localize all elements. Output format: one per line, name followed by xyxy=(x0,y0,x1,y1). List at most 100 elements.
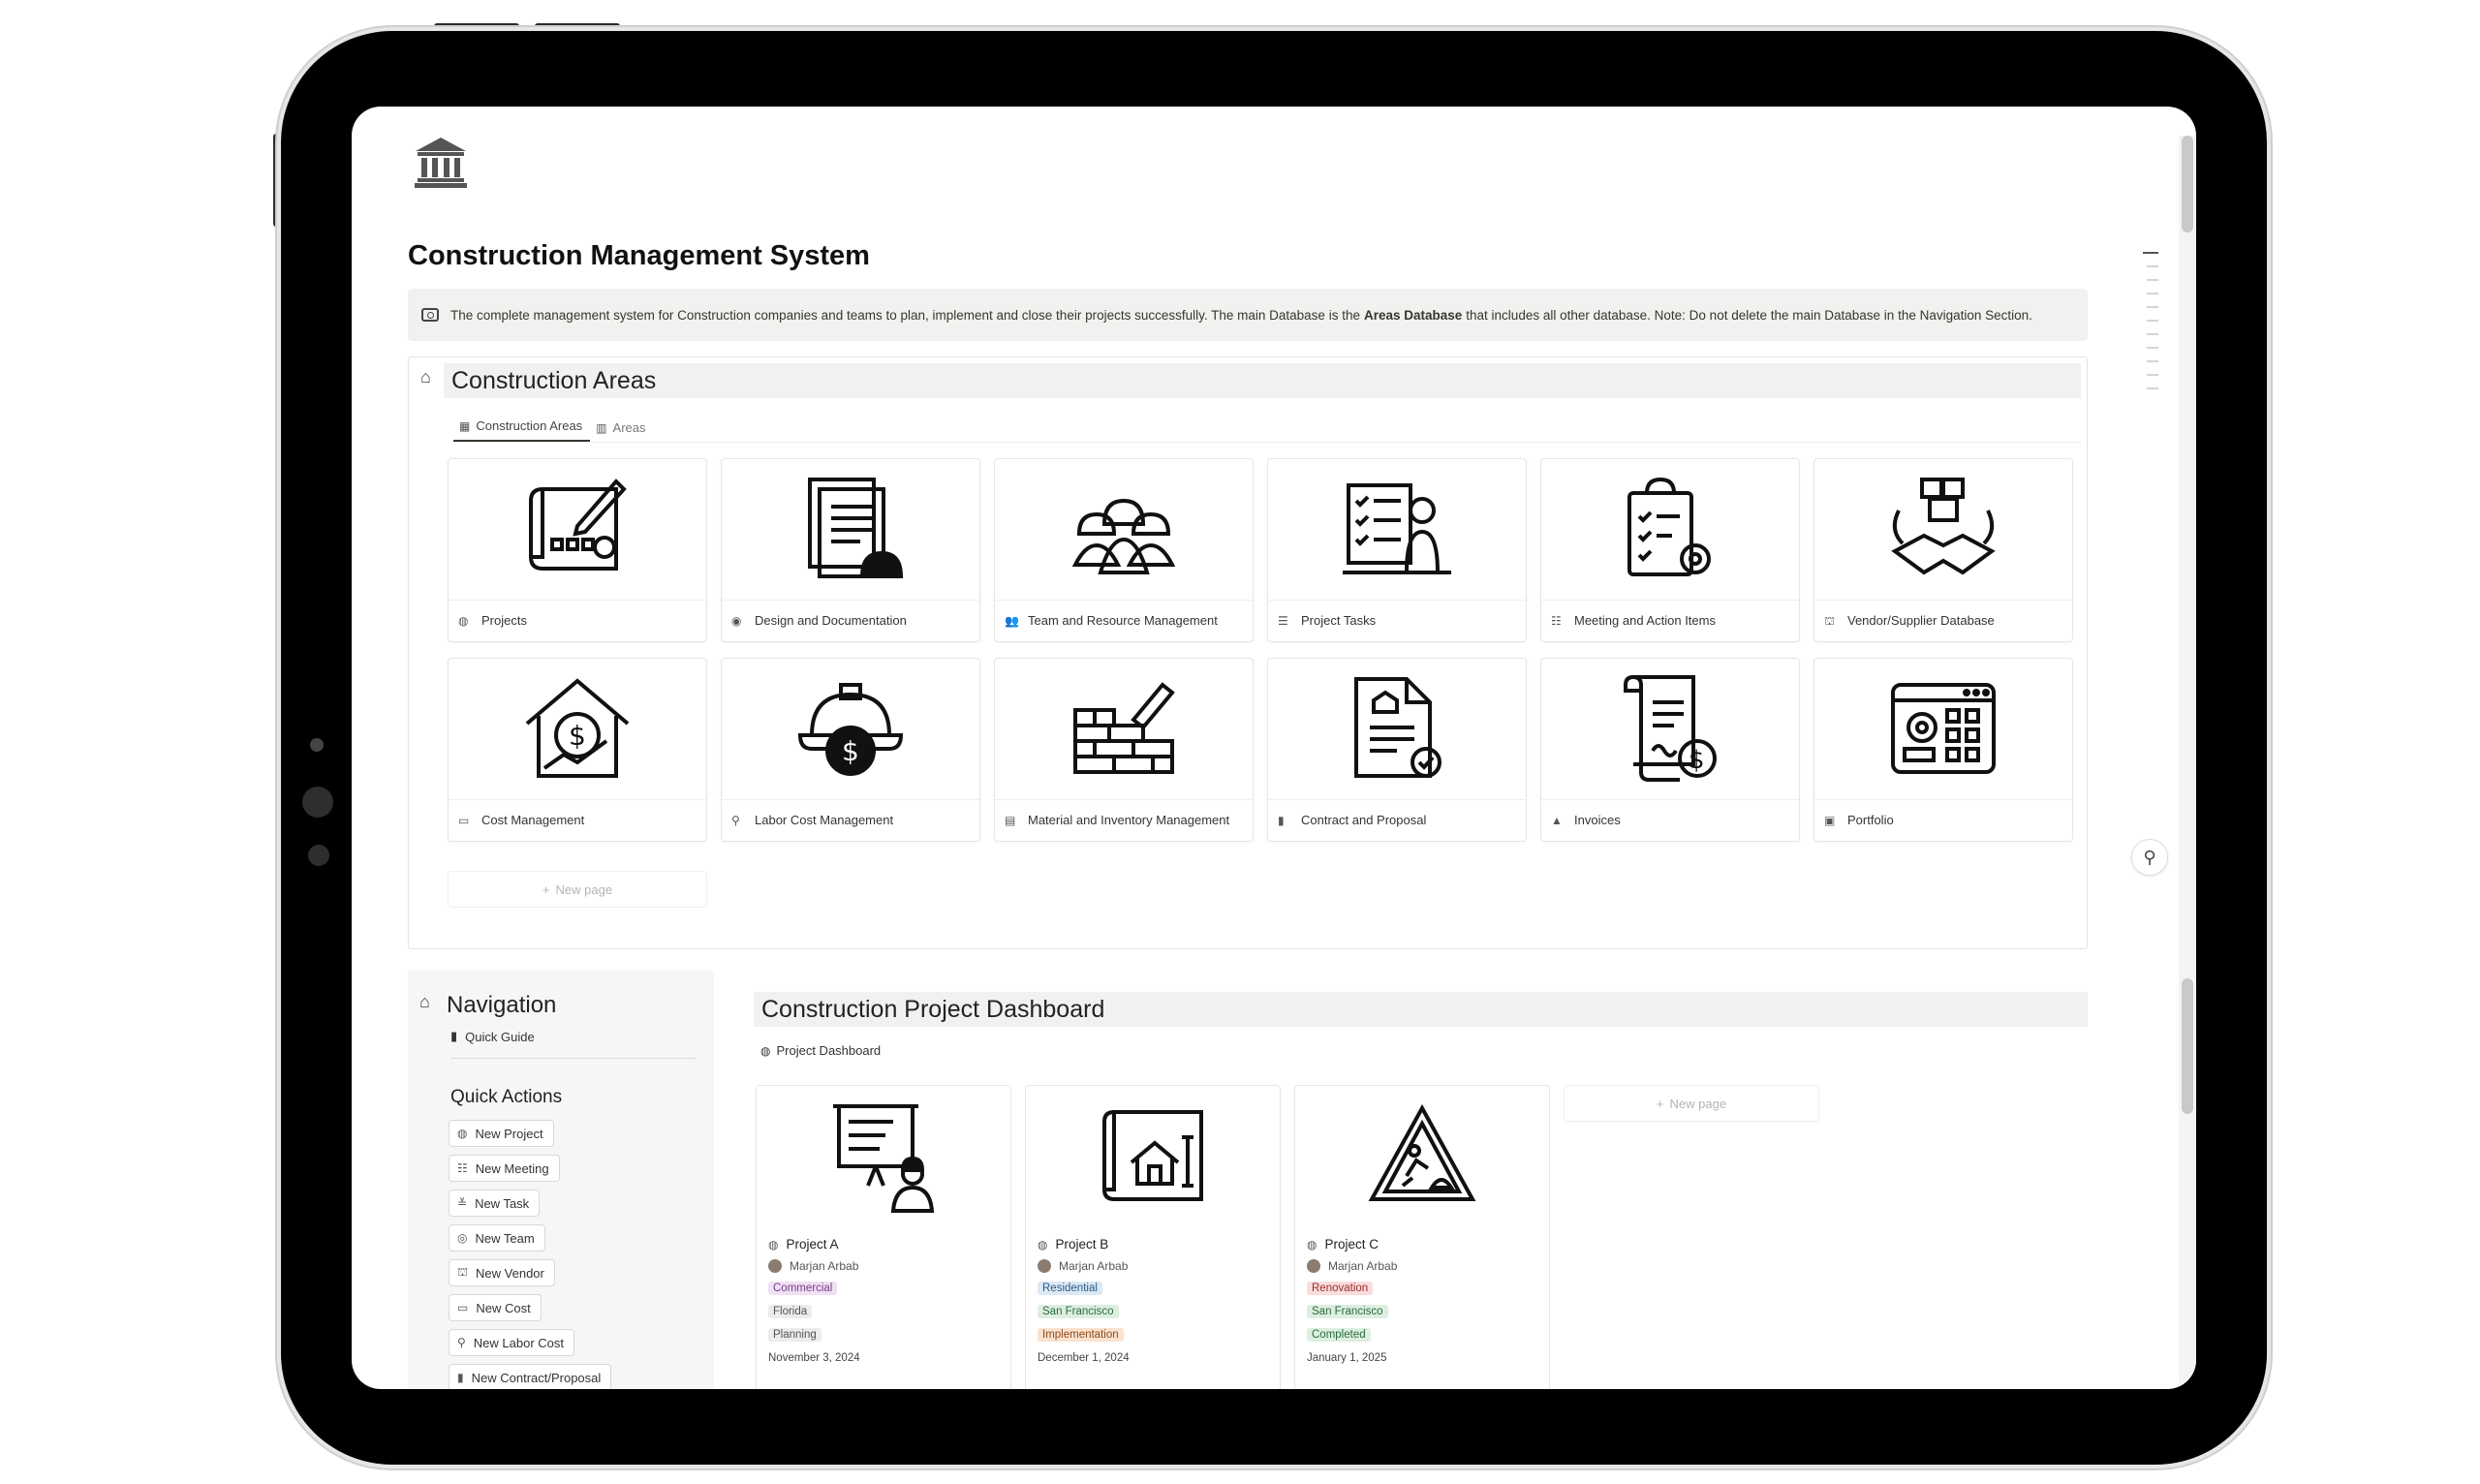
grid-icon: ▤ xyxy=(1005,814,1016,827)
dashboard-heading: Construction Project Dashboard xyxy=(754,992,2088,1027)
device-top-button-1 xyxy=(434,23,519,29)
globe-icon: ◍ xyxy=(1307,1237,1318,1252)
project-status-tag: Planning xyxy=(768,1328,822,1342)
new-team-button[interactable]: ◎ New Team xyxy=(449,1224,545,1252)
project-name: Project B xyxy=(1055,1237,1109,1252)
area-card-cost-management[interactable]: $ ▭ Cost Management xyxy=(448,658,707,842)
dashboard-new-page-button[interactable]: + New page xyxy=(1564,1085,1819,1122)
areas-heading: Construction Areas xyxy=(444,363,2081,398)
tab-areas[interactable]: ▥ Areas xyxy=(590,420,653,442)
area-card-contract-proposal[interactable]: ▮ Contract and Proposal xyxy=(1267,658,1527,842)
avatar xyxy=(1307,1259,1320,1273)
app-screen: ⚲ Construction Management System The com… xyxy=(352,107,2196,1389)
device-side-button xyxy=(273,134,279,227)
quick-actions-heading: Quick Actions xyxy=(450,1087,563,1107)
card-label: Team and Resource Management xyxy=(1028,613,1218,628)
handshake-boxes-illustration-icon xyxy=(1891,477,1996,574)
quick-guide-link[interactable]: ▮ Quick Guide xyxy=(450,1029,535,1044)
new-cost-button[interactable]: ▭ New Cost xyxy=(449,1294,542,1321)
book-icon: ▮ xyxy=(1278,814,1285,827)
home-icon: ⌂ xyxy=(420,367,431,386)
tab-construction-areas[interactable]: ▦ Construction Areas xyxy=(453,418,591,442)
table-of-contents[interactable] xyxy=(2141,252,2164,401)
project-status-tag: Completed xyxy=(1307,1328,1371,1342)
project-date: January 1, 2025 xyxy=(1307,1352,1387,1364)
scrollbar-thumb[interactable] xyxy=(2182,978,2193,1114)
avatar xyxy=(1038,1259,1051,1273)
card-label: Vendor/Supplier Database xyxy=(1847,613,1995,628)
project-card-c[interactable]: ◍ Project C Marjan Arbab Renovation San F… xyxy=(1294,1085,1550,1389)
house-blueprint-illustration-icon xyxy=(1102,1110,1203,1201)
avatar xyxy=(768,1259,782,1273)
area-card-design-documentation[interactable]: ◉ Design and Documentation xyxy=(721,458,980,642)
new-labor-cost-button[interactable]: ⚲ New Labor Cost xyxy=(449,1329,575,1356)
workers-team-illustration-icon xyxy=(1071,498,1176,574)
card-label: Project Tasks xyxy=(1301,613,1377,628)
callout-text: The complete management system for Const… xyxy=(450,307,2032,323)
documents-illustration-icon xyxy=(808,477,904,578)
area-card-portfolio[interactable]: ▣ Portfolio xyxy=(1814,658,2073,842)
palette-icon: ◉ xyxy=(731,614,742,628)
card-label: Meeting and Action Items xyxy=(1574,613,1716,628)
clipboard-gear-illustration-icon xyxy=(1628,477,1711,576)
project-status-tag: Implementation xyxy=(1038,1328,1124,1342)
project-type-tag: Residential xyxy=(1038,1282,1102,1295)
new-task-button[interactable]: ≚ New Task xyxy=(449,1190,541,1217)
double-chevron-icon: ≚ xyxy=(457,1196,468,1210)
scrollbar-track[interactable] xyxy=(2179,136,2196,1389)
new-project-button[interactable]: ◍ New Project xyxy=(449,1120,554,1147)
list-icon: ☰ xyxy=(1278,614,1288,628)
sensor-dot xyxy=(308,845,329,866)
project-location-tag: San Francisco xyxy=(1307,1305,1388,1318)
user-circle-icon: ◎ xyxy=(457,1231,468,1245)
construction-warning-illustration-icon xyxy=(1368,1103,1476,1201)
invoice-scroll-illustration-icon: $ xyxy=(1624,674,1717,782)
pin-icon: ⚲ xyxy=(731,814,740,827)
new-vendor-button[interactable]: ⛫ New Vendor xyxy=(449,1259,555,1286)
area-card-meeting-action[interactable]: ☷ Meeting and Action Items xyxy=(1540,458,1800,642)
area-card-labor-cost[interactable]: $ ⚲ Labor Cost Management xyxy=(721,658,980,842)
new-contract-proposal-button[interactable]: ▮ New Contract/Proposal xyxy=(449,1364,612,1389)
contract-check-illustration-icon xyxy=(1354,676,1442,778)
page-title: Construction Management System xyxy=(408,240,870,271)
camera-dot xyxy=(310,738,324,752)
construction-areas-database: ⌂ Construction Areas ▦ Construction Areas… xyxy=(408,356,2088,949)
area-card-invoices[interactable]: $ ▲ Invoices xyxy=(1540,658,1800,842)
tab-project-dashboard[interactable]: ◍ Project Dashboard xyxy=(760,1043,881,1058)
project-type-tag: Renovation xyxy=(1307,1282,1374,1295)
divider xyxy=(450,1058,697,1059)
home-button xyxy=(302,787,333,818)
globe-icon: ◍ xyxy=(760,1043,771,1058)
area-card-material-inventory[interactable]: ▤ Material and Inventory Management xyxy=(994,658,1254,842)
camera-icon xyxy=(421,308,439,322)
card-label: Invoices xyxy=(1574,813,1621,827)
globe-icon: ◍ xyxy=(457,1127,468,1140)
image-icon: ▣ xyxy=(1824,814,1836,827)
project-card-b[interactable]: ◍ Project B Marjan Arbab Residential San … xyxy=(1025,1085,1281,1389)
project-date: December 1, 2024 xyxy=(1038,1352,1130,1364)
stamp-icon: ▲ xyxy=(1551,814,1563,827)
blueprint-illustration-icon xyxy=(529,478,627,571)
chart-icon: ▥ xyxy=(596,420,607,435)
areas-new-page-button[interactable]: + New page xyxy=(448,871,707,908)
project-name: Project C xyxy=(1324,1237,1380,1252)
card-label: Design and Documentation xyxy=(755,613,907,628)
house-dollar-illustration-icon: $ xyxy=(525,677,630,778)
pin-icon: ⚲ xyxy=(457,1336,466,1349)
bank-icon[interactable] xyxy=(412,134,470,192)
project-owner: Marjan Arbab xyxy=(790,1259,859,1273)
area-card-vendor-supplier[interactable]: ⛫ Vendor/Supplier Database xyxy=(1814,458,2073,642)
areas-view-tabs: ▦ Construction Areas ▥ Areas xyxy=(453,414,2081,443)
svg-text:$: $ xyxy=(569,720,586,752)
new-meeting-button[interactable]: ☷ New Meeting xyxy=(449,1155,560,1182)
project-owner: Marjan Arbab xyxy=(1059,1259,1129,1273)
svg-text:$: $ xyxy=(1689,746,1705,775)
ai-assistant-button[interactable]: ⚲ xyxy=(2131,839,2168,876)
plus-icon: + xyxy=(1656,1096,1664,1111)
area-card-projects[interactable]: ◍ Projects xyxy=(448,458,707,642)
area-card-project-tasks[interactable]: ☰ Project Tasks xyxy=(1267,458,1527,642)
home-icon: ⌂ xyxy=(419,992,430,1011)
scrollbar-thumb-top[interactable] xyxy=(2182,136,2193,232)
area-card-team-resource[interactable]: 👥 Team and Resource Management xyxy=(994,458,1254,642)
project-card-a[interactable]: ◍ Project A Marjan Arbab Commercial Flori… xyxy=(756,1085,1011,1389)
